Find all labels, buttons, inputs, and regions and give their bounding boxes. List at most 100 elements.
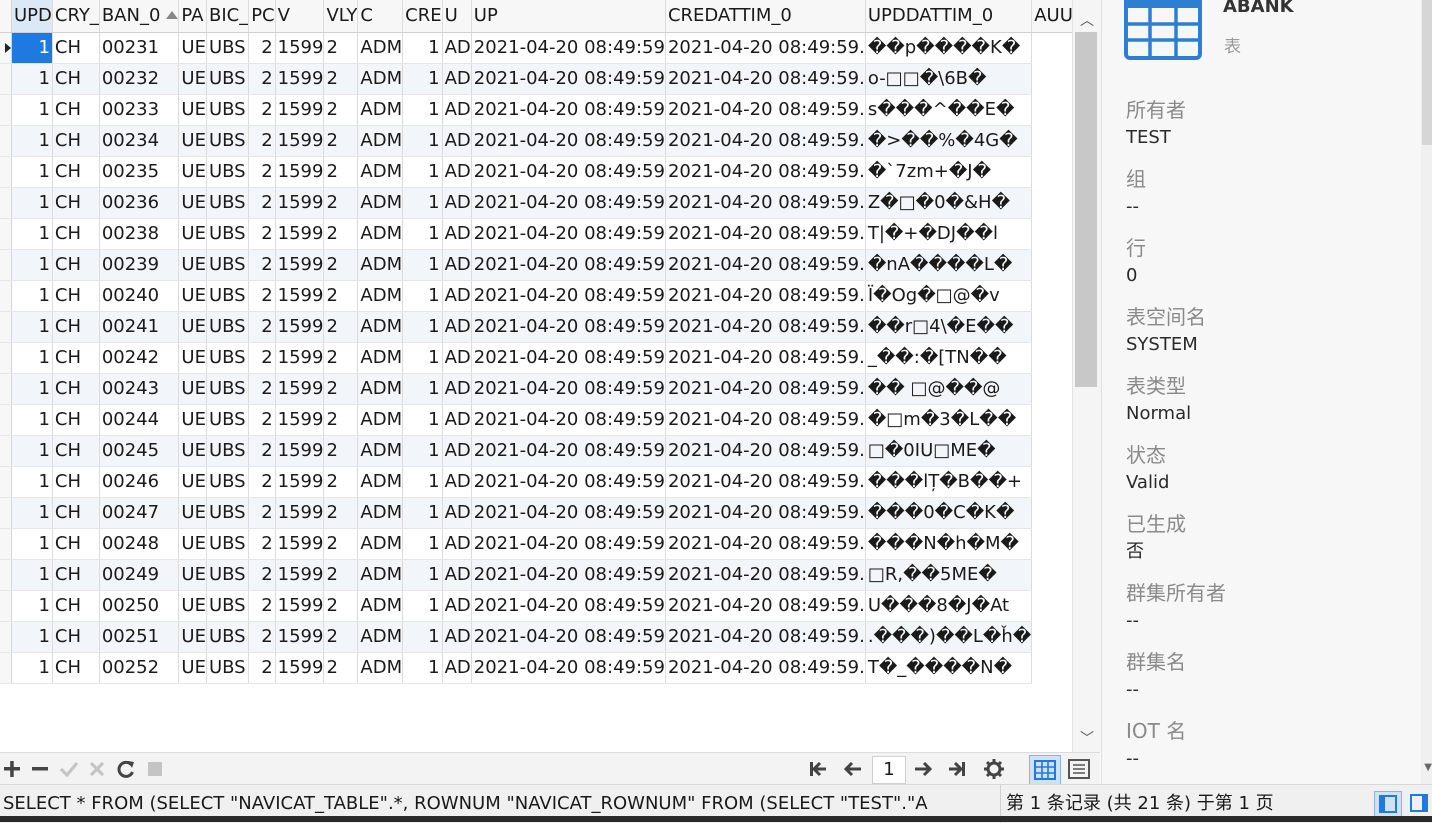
- table-cell[interactable]: 2: [248, 156, 276, 188]
- table-cell[interactable]: 2021-04-20 08:49:59: [471, 187, 666, 219]
- minus-icon[interactable]: [30, 756, 50, 782]
- table-row[interactable]: 1 CH 00248 UE UBS 2 1599 2 ADM 1 AD 2021-04-20 08:4…: [0, 528, 1072, 560]
- table-cell[interactable]: AD: [442, 249, 472, 281]
- data-grid[interactable]: UPD CRY_ BAN_0 PA BIC_ PC V VLY C CRE U UP CREDATTIM…: [0, 0, 1072, 752]
- table-cell[interactable]: 1: [402, 435, 443, 467]
- table-cell[interactable]: AD: [442, 94, 472, 126]
- table-cell[interactable]: UE: [178, 652, 207, 684]
- table-cell[interactable]: 1: [402, 63, 443, 95]
- column-header[interactable]: VLY: [323, 0, 359, 33]
- table-cell[interactable]: 2: [323, 311, 359, 343]
- table-cell[interactable]: 00250: [99, 590, 180, 622]
- table-row[interactable]: 1 CH 00232 UE UBS 2 1599 2 ADM 1 AD 2021-04-20 08:4…: [0, 63, 1072, 95]
- table-cell[interactable]: AD: [442, 559, 472, 591]
- table-cell[interactable]: UE: [178, 94, 207, 126]
- row-indicator[interactable]: [0, 621, 12, 653]
- table-cell[interactable]: 2: [248, 187, 276, 219]
- table-cell[interactable]: UBS: [206, 497, 250, 529]
- table-cell[interactable]: ���0�C�K�: [865, 497, 1033, 529]
- table-cell[interactable]: 2: [323, 342, 359, 374]
- table-cell[interactable]: 2: [323, 373, 359, 405]
- table-cell[interactable]: 1599: [275, 466, 325, 498]
- table-cell[interactable]: 1: [11, 559, 53, 591]
- table-row[interactable]: 1 CH 00242 UE UBS 2 1599 2 ADM 1 AD 2021-04-20 08:4…: [0, 342, 1072, 374]
- table-cell[interactable]: 2021-04-20 08:49:59: [471, 466, 666, 498]
- table-cell[interactable]: CH: [52, 311, 100, 343]
- table-cell[interactable]: 00233: [99, 94, 180, 126]
- row-indicator[interactable]: [0, 435, 12, 467]
- table-cell[interactable]: 2021-04-20 08:49:59: [471, 156, 666, 188]
- table-cell[interactable]: 1: [402, 94, 443, 126]
- table-cell[interactable]: T|�+�DJ��l: [865, 218, 1033, 250]
- table-cell[interactable]: 2021-04-20 08:49:59: [471, 559, 666, 591]
- table-cell[interactable]: 2021-04-20 08:49:59: [471, 652, 666, 684]
- stop-icon[interactable]: [146, 756, 164, 782]
- row-indicator[interactable]: [0, 249, 12, 281]
- table-cell[interactable]: 2021-04-20 08:49:59: [471, 590, 666, 622]
- table-cell[interactable]: 1: [11, 435, 53, 467]
- table-cell[interactable]: ADM: [357, 156, 404, 188]
- table-cell[interactable]: 2: [323, 652, 359, 684]
- table-cell[interactable]: 1: [11, 125, 53, 157]
- table-cell[interactable]: 1: [402, 497, 443, 529]
- table-cell[interactable]: CH: [52, 32, 100, 64]
- table-cell[interactable]: 2: [248, 249, 276, 281]
- table-cell[interactable]: UBS: [206, 156, 250, 188]
- table-cell[interactable]: UBS: [206, 63, 250, 95]
- table-cell[interactable]: 00238: [99, 218, 180, 250]
- table-cell[interactable]: CH: [52, 373, 100, 405]
- table-cell[interactable]: CH: [52, 528, 100, 560]
- table-cell[interactable]: ADM: [357, 311, 404, 343]
- table-cell[interactable]: AD: [442, 404, 472, 436]
- table-cell[interactable]: CH: [52, 404, 100, 436]
- table-cell[interactable]: 1599: [275, 156, 325, 188]
- grid-body[interactable]: 1 CH 00231 UE UBS 2 1599 2 ADM 1 AD 2021-04-20 08:4…: [0, 32, 1072, 684]
- column-header[interactable]: PC: [248, 0, 276, 33]
- table-cell[interactable]: UBS: [206, 342, 250, 374]
- table-cell[interactable]: CH: [52, 590, 100, 622]
- table-cell[interactable]: 2: [248, 311, 276, 343]
- table-cell[interactable]: 2021-04-20 08:49:59: [471, 311, 666, 343]
- table-row[interactable]: 1 CH 00239 UE UBS 2 1599 2 ADM 1 AD 2021-04-20 08:4…: [0, 249, 1072, 281]
- table-cell[interactable]: Ï�Og�□@�v: [865, 280, 1033, 312]
- table-cell[interactable]: �>��%�4G�: [865, 125, 1033, 157]
- table-cell[interactable]: 2: [248, 621, 276, 653]
- table-cell[interactable]: 1: [402, 249, 443, 281]
- table-row[interactable]: 1 CH 00235 UE UBS 2 1599 2 ADM 1 AD 2021-04-20 08:4…: [0, 156, 1072, 188]
- table-cell[interactable]: 00252: [99, 652, 180, 684]
- table-cell[interactable]: CH: [52, 342, 100, 374]
- table-cell[interactable]: 2: [323, 590, 359, 622]
- table-cell[interactable]: UE: [178, 466, 207, 498]
- table-cell[interactable]: UE: [178, 156, 207, 188]
- table-cell[interactable]: AD: [442, 466, 472, 498]
- table-cell[interactable]: ADM: [357, 280, 404, 312]
- table-cell[interactable]: 2: [248, 342, 276, 374]
- column-header[interactable]: CREDATTIM_0: [665, 0, 866, 33]
- table-cell[interactable]: 2: [323, 528, 359, 560]
- table-cell[interactable]: 1599: [275, 404, 325, 436]
- table-cell[interactable]: UBS: [206, 559, 250, 591]
- table-cell[interactable]: 1: [402, 373, 443, 405]
- table-cell[interactable]: UBS: [206, 404, 250, 436]
- table-cell[interactable]: 2: [323, 559, 359, 591]
- table-cell[interactable]: 2021-04-20 08:49:59: [471, 218, 666, 250]
- table-cell[interactable]: ADM: [357, 342, 404, 374]
- table-cell[interactable]: .���)��L�ȟ�: [865, 621, 1033, 653]
- table-cell[interactable]: 1: [11, 280, 53, 312]
- table-cell[interactable]: 1: [402, 187, 443, 219]
- table-cell[interactable]: 2: [248, 435, 276, 467]
- table-cell[interactable]: 2: [248, 32, 276, 64]
- table-cell[interactable]: 2: [248, 404, 276, 436]
- table-cell[interactable]: 2021-04-20 08:49:59: [471, 280, 666, 312]
- table-cell[interactable]: 2021-04-20 08:49:59: [471, 63, 666, 95]
- table-cell[interactable]: 00241: [99, 311, 180, 343]
- table-cell[interactable]: o-□□�\6B�: [865, 63, 1033, 95]
- table-cell[interactable]: 00234: [99, 125, 180, 157]
- table-cell[interactable]: 1: [402, 311, 443, 343]
- table-cell[interactable]: UE: [178, 249, 207, 281]
- table-cell[interactable]: 1599: [275, 652, 325, 684]
- table-cell[interactable]: 2: [248, 94, 276, 126]
- table-cell[interactable]: AD: [442, 32, 472, 64]
- table-cell[interactable]: CH: [52, 63, 100, 95]
- row-indicator[interactable]: [0, 373, 12, 405]
